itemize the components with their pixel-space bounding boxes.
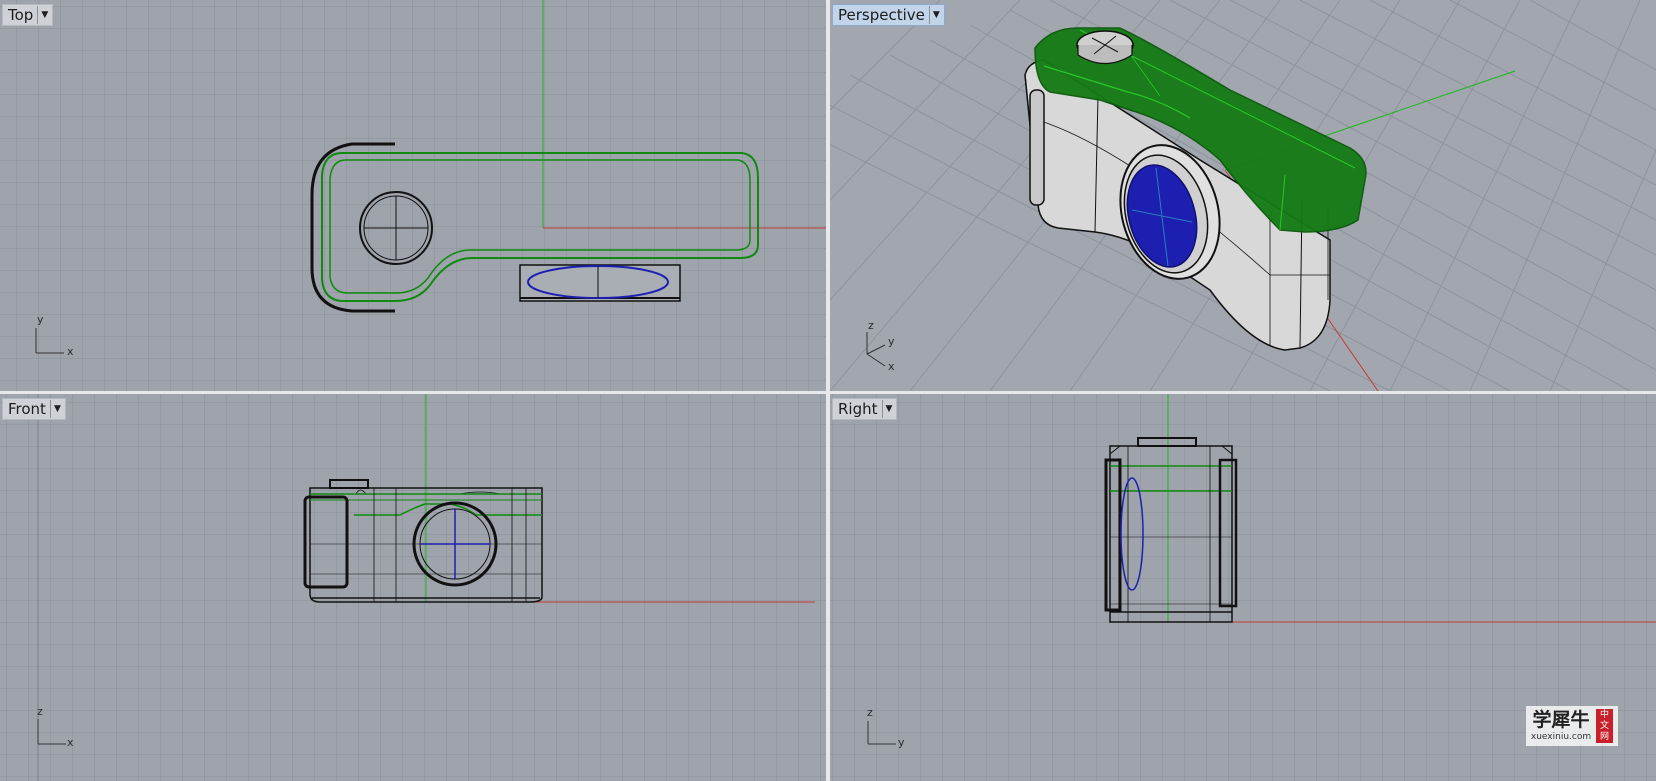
badge-char: 网 — [1599, 731, 1609, 742]
axis-label-y: y — [898, 736, 905, 749]
watermark-logo: 学犀牛 xuexiniu.com 中 文 网 — [1526, 706, 1618, 746]
dropdown-arrow-icon[interactable]: ▼ — [37, 6, 50, 24]
viewport-label: Front — [8, 400, 46, 418]
viewport-tab-front[interactable]: Front ▼ — [2, 398, 66, 420]
viewport-label: Top — [8, 6, 34, 24]
watermark-badge: 中 文 网 — [1596, 709, 1613, 743]
dropdown-arrow-icon[interactable]: ▼ — [928, 6, 942, 24]
viewport-top[interactable]: Top ▼ y x — [0, 0, 826, 391]
viewport-front[interactable]: Front ▼ z x — [0, 394, 826, 781]
viewport-perspective[interactable]: Perspective ▼ z y x — [830, 0, 1656, 391]
dropdown-arrow-icon[interactable]: ▼ — [881, 400, 895, 418]
viewport-tab-perspective[interactable]: Perspective ▼ — [832, 4, 945, 26]
axis-label-z: z — [867, 706, 873, 719]
badge-char: 文 — [1599, 720, 1609, 731]
viewport-label: Perspective — [838, 6, 925, 24]
axis-label-y: y — [37, 313, 44, 326]
axis-label-y: y — [888, 335, 895, 348]
axis-label-x: x — [67, 345, 74, 358]
axis-label-x: x — [67, 736, 74, 749]
badge-char: 中 — [1599, 709, 1609, 720]
axis-label-x: x — [888, 360, 895, 373]
top-canvas[interactable] — [0, 0, 826, 391]
viewport-tab-right[interactable]: Right ▼ — [832, 398, 898, 420]
perspective-canvas[interactable] — [830, 0, 1656, 391]
axis-label-z: z — [37, 705, 43, 718]
watermark-url: xuexiniu.com — [1530, 732, 1592, 742]
viewport-tab-top[interactable]: Top ▼ — [2, 4, 54, 26]
dropdown-arrow-icon[interactable]: ▼ — [49, 400, 63, 418]
axis-label-z: z — [868, 319, 874, 332]
front-canvas[interactable] — [0, 394, 826, 781]
viewport-label: Right — [838, 400, 878, 418]
watermark-title: 学犀牛 — [1532, 709, 1590, 731]
